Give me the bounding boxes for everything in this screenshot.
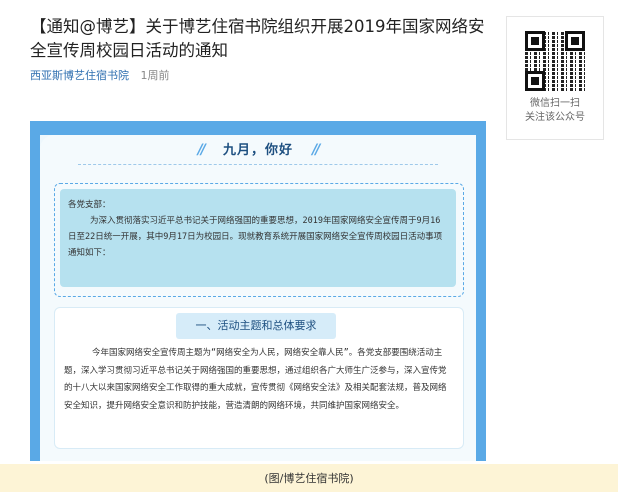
slash-decoration-icon: // xyxy=(197,142,206,158)
image-caption: (图/博艺住宿书院) xyxy=(264,472,354,485)
qr-code-icon xyxy=(525,31,585,91)
section-title: 一、活动主题和总体要求 xyxy=(176,313,336,339)
article-meta: 西亚斯博艺住宿书院 1周前 xyxy=(30,67,170,83)
slash-decoration-icon: // xyxy=(312,142,320,158)
qr-code-card: 微信扫一扫 关注该公众号 xyxy=(506,16,604,140)
image-frame-right xyxy=(476,121,486,461)
account-name-link[interactable]: 西亚斯博艺住宿书院 xyxy=(30,69,129,82)
heading-divider xyxy=(78,164,438,165)
image-heading: // 九月，你好 // xyxy=(30,139,486,158)
publish-time: 1周前 xyxy=(140,69,170,82)
notice-greeting: 各党支部： xyxy=(68,200,111,210)
notice-body: 为深入贯彻落实习近平总书记关于网络强国的重要思想，2019年国家网络安全宣传周于… xyxy=(68,216,443,258)
qr-caption-line1: 微信扫一扫 xyxy=(530,98,580,109)
section-paragraph: 今年国家网络安全宣传周主题为“网络安全为人民，网络安全靠人民”。各党支部要围绕活… xyxy=(64,348,447,411)
image-frame-top xyxy=(30,121,486,135)
section-body: 今年国家网络安全宣传周主题为“网络安全为人民，网络安全靠人民”。各党支部要围绕活… xyxy=(64,345,454,415)
notice-box: 各党支部： 为深入贯彻落实习近平总书记关于网络强国的重要思想，2019年国家网络… xyxy=(60,189,456,287)
article-title: 【通知@博艺】关于博艺住宿书院组织开展2019年国家网络安全宣传周校园日活动的通… xyxy=(30,17,485,60)
heading-text: 九月，你好 xyxy=(222,143,293,158)
article-image: // 九月，你好 // 各党支部： 为深入贯彻落实习近平总书记关于网络强国的重要… xyxy=(30,121,486,461)
image-frame-left xyxy=(30,121,40,461)
qr-caption-line2: 关注该公众号 xyxy=(525,112,585,123)
